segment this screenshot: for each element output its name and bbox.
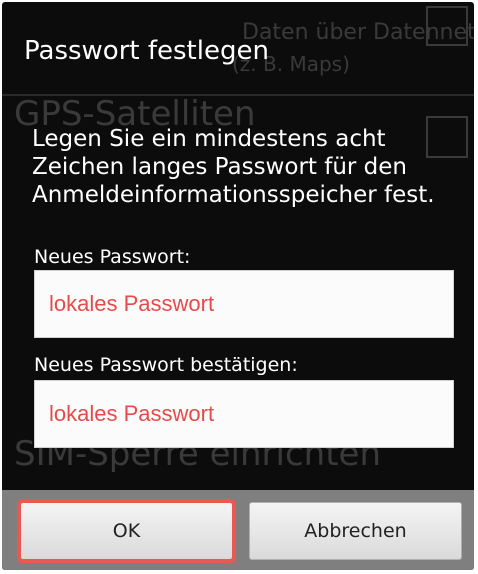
confirm-password-label: Neues Passwort bestätigen: [34, 354, 298, 376]
new-password-field[interactable] [34, 270, 454, 338]
dialog-button-bar: OK Abbrechen [2, 490, 474, 570]
password-dialog-screen: Daten über Datennetzwerke (z. B. Maps) G… [2, 2, 474, 570]
dialog-title-bar: Passwort festlegen [2, 2, 474, 96]
new-password-label: Neues Passwort: [34, 246, 191, 268]
dialog-message: Legen Sie ein mindestens acht Zeichen la… [32, 126, 435, 208]
confirm-password-field[interactable] [34, 380, 454, 448]
ok-button[interactable]: OK [17, 499, 236, 563]
dialog-title: Passwort festlegen [24, 36, 269, 66]
cancel-button[interactable]: Abbrechen [249, 502, 462, 560]
confirm-password-input[interactable] [35, 381, 453, 447]
new-password-input[interactable] [35, 271, 453, 337]
